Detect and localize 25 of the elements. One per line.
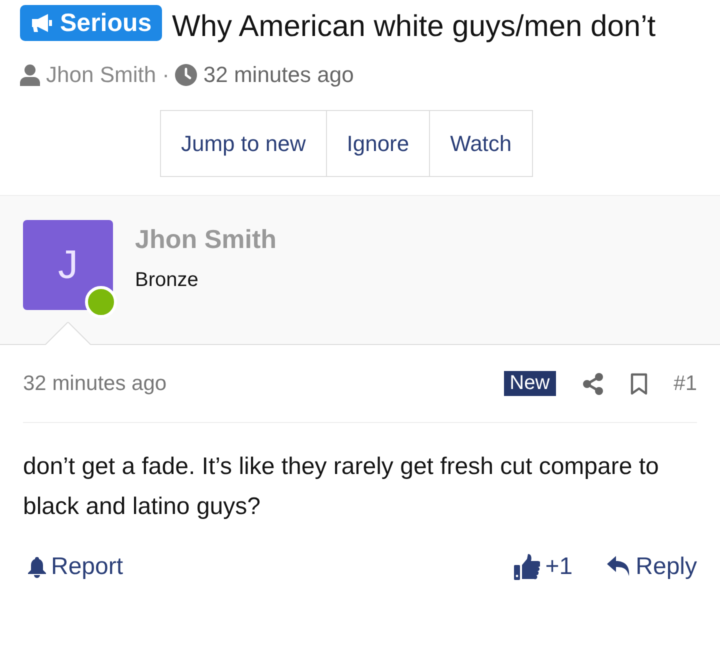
thread-time: 32 minutes ago: [203, 62, 354, 88]
reply-button[interactable]: Reply: [606, 553, 697, 581]
action-button[interactable]: Jump to new: [160, 110, 327, 177]
prefix-label[interactable]: Serious: [20, 5, 162, 41]
reply-icon: [606, 556, 631, 578]
separator: ·: [162, 62, 170, 88]
post-number[interactable]: #1: [674, 372, 697, 396]
author-link[interactable]: Jhon Smith: [46, 62, 156, 88]
like-button[interactable]: +1: [514, 553, 573, 581]
bell-icon: [28, 556, 46, 578]
post-time[interactable]: 32 minutes ago: [23, 372, 504, 396]
report-button[interactable]: Report: [28, 553, 124, 581]
bookmark-icon[interactable]: [630, 372, 648, 394]
post-body: don’t get a fade. It’s like they rarely get fresh cut compare to black and latino guys?: [23, 452, 660, 522]
user-rank: Bronze: [135, 269, 200, 292]
action-button[interactable]: Ignore: [326, 110, 430, 177]
share-icon[interactable]: [582, 372, 604, 394]
megaphone-icon: [30, 13, 54, 33]
clock-icon: [175, 64, 198, 86]
thread-title: Why American white guys/men don’t: [172, 10, 656, 43]
thumbs-up-icon: [514, 554, 540, 580]
new-badge: New: [504, 371, 556, 396]
action-button[interactable]: Watch: [429, 110, 533, 177]
avatar-letter: J: [58, 242, 78, 288]
user-icon: [20, 64, 40, 86]
